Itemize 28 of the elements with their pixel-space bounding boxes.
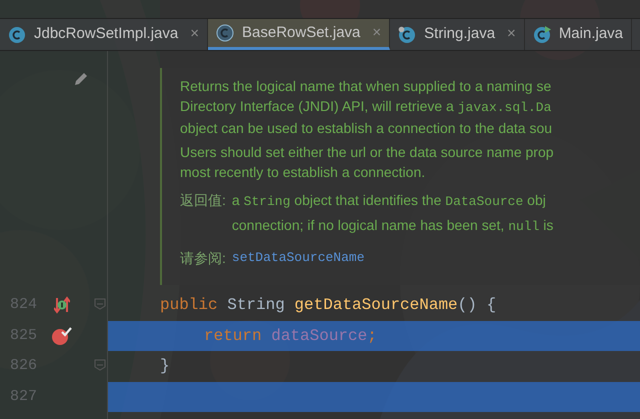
section-label: 请参阅:	[180, 249, 226, 268]
editor-tab[interactable]: String.java ×	[390, 19, 525, 50]
doc-text-line: Returns the logical name that when supplied to a naming se	[180, 77, 552, 96]
class-icon	[8, 26, 26, 44]
breakpoint-icon[interactable]	[52, 326, 72, 346]
doc-text-line: most recently to establish a connection.	[180, 163, 426, 182]
pencil-icon[interactable]	[73, 71, 89, 87]
implements-icon[interactable]	[54, 296, 70, 314]
close-button[interactable]: ×	[190, 23, 199, 46]
doc-text-line: object can be used to establish a connection to the data sou	[180, 119, 552, 138]
doc-text-line: Directory Interface (JNDI) API, will retrieve a javax.sql.Da	[180, 97, 552, 117]
tab-label: BaseRowSet.java	[242, 22, 360, 43]
code-line: public String getDataSourceName() {	[159, 295, 498, 316]
doc-link[interactable]: setDataSourceName	[232, 248, 365, 268]
doc-text-line: connection; if no logical name has been set, null is	[232, 216, 554, 236]
doc-text-line: Users should set either the url or the data source name prop	[180, 143, 554, 162]
class-icon	[216, 24, 234, 42]
doc-text-line: a String object that identifies the DataSource obj	[232, 191, 546, 211]
class-icon	[532, 26, 551, 44]
editor-tab[interactable]: Main.java	[524, 19, 632, 50]
tab-label: JdbcRowSetImpl.java	[34, 24, 178, 44]
code-line: }	[159, 356, 171, 378]
close-button[interactable]: ×	[507, 23, 516, 46]
tab-label: String.java	[424, 24, 496, 44]
editor-tab[interactable]: BaseRowSet.java ×	[208, 19, 390, 50]
section-label: 返回值:	[180, 191, 226, 210]
tab-label: Main.java	[558, 24, 624, 44]
class-icon	[398, 26, 416, 44]
